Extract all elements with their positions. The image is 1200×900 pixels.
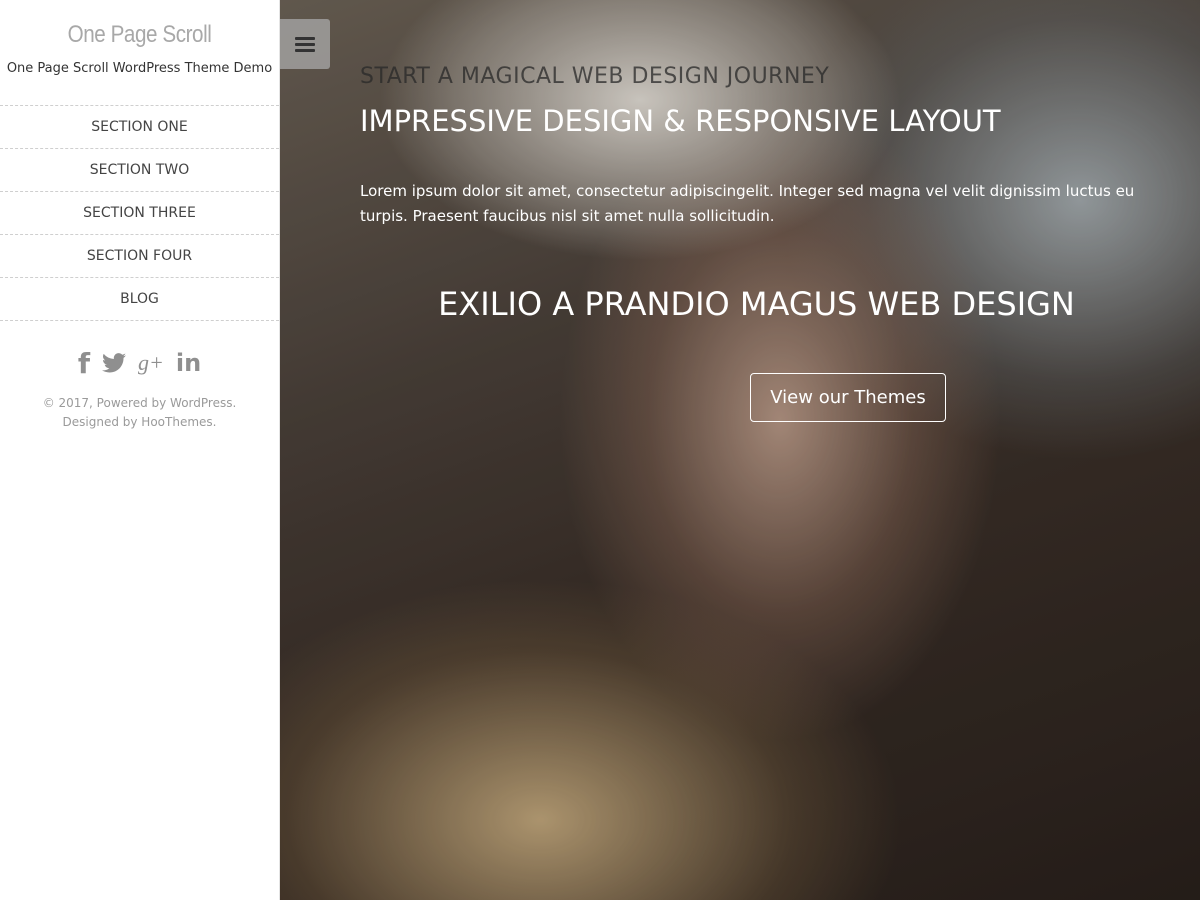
site-title[interactable]: One Page Scroll [20,20,260,50]
hamburger-menu-icon [295,34,315,55]
page: One Page Scroll One Page Scroll WordPres… [0,0,1200,900]
hero-big-heading: EXILIO A PRANDIO MAGUS WEB DESIGN [438,285,1075,323]
menu-item-section-two[interactable]: SECTION TWO [0,149,279,192]
sidebar-menu: SECTION ONE SECTION TWO SECTION THREE SE… [0,105,279,321]
footer-credits: © 2017, Powered by WordPress. Designed b… [42,396,237,429]
menu-item-section-four[interactable]: SECTION FOUR [0,235,279,278]
hero-lead-text: Lorem ipsum dolor sit amet, consectetur … [360,182,1135,225]
menu-item-blog[interactable]: BLOG [0,278,279,321]
twitter-icon[interactable] [102,353,126,373]
sidebar: One Page Scroll One Page Scroll WordPres… [0,0,280,900]
hero-section: START A MAGICAL WEB DESIGN JOURNEY IMPRE… [280,0,1200,900]
view-themes-button[interactable]: View our Themes [750,373,946,422]
hero-kicker: START A MAGICAL WEB DESIGN JOURNEY [360,64,830,89]
social-links: f g+ in [0,347,279,380]
google-plus-icon[interactable]: g+ [138,350,164,376]
menu-toggle-button[interactable] [280,19,330,69]
linkedin-icon[interactable]: in [176,349,201,377]
hero-headline: IMPRESSIVE DESIGN & RESPONSIVE LAYOUT [360,104,1001,138]
facebook-icon[interactable]: f [78,347,90,380]
menu-item-section-one[interactable]: SECTION ONE [0,106,279,149]
menu-item-section-three[interactable]: SECTION THREE [0,192,279,235]
site-tagline: One Page Scroll WordPress Theme Demo [6,61,273,76]
